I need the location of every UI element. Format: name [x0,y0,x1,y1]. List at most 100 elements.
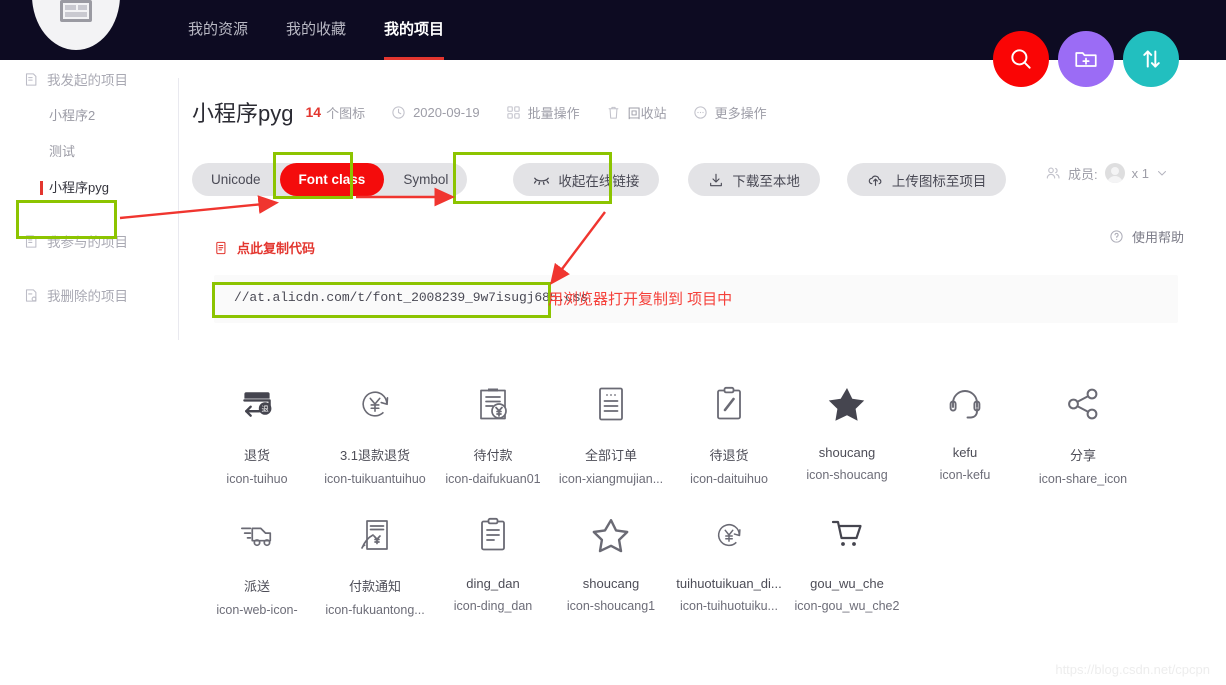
clipboard-pen-icon [708,383,750,425]
nav-tab-my-favorites[interactable]: 我的收藏 [286,0,346,60]
icon-cell[interactable]: 退 退货 icon-tuihuo [198,365,316,496]
project-joined-icon [25,234,37,248]
member-avatar[interactable] [1104,163,1125,183]
members-label: 成员: [1068,166,1098,182]
tab-symbol[interactable]: Symbol [384,163,467,196]
icon-class: icon-shoucang [806,468,888,482]
sidebar-item-xiaochengxu-pyg-label: 小程序pyg [49,180,109,195]
icon-cell[interactable]: ding_dan icon-ding_dan [434,496,552,627]
circle-action-buttons [993,31,1179,87]
icon-cell[interactable]: tuihuotuikuan_di... icon-tuihuotuiku... [670,496,788,627]
icon-class: icon-tuikuantuihuo [324,472,426,486]
refund-circle-small-icon [708,514,750,556]
collapse-online-link-button[interactable]: 收起在线链接 [513,163,660,196]
icon-cell[interactable]: 待付款 icon-daifukuan01 [434,365,552,496]
project-deleted-icon [25,288,37,302]
icon-cell[interactable]: shoucang icon-shoucang1 [552,496,670,627]
tab-font-class[interactable]: Font class [279,163,385,196]
copy-icon [216,241,226,254]
toolbar-row: Unicode Font class Symbol 收起在线链接 下载至本地 上… [192,163,1007,196]
icon-cell[interactable]: kefu icon-kefu [906,365,1024,496]
icon-name: 退货 [243,448,270,463]
share-nodes-icon [1062,383,1104,425]
batch-operation-button[interactable]: 批量操作 [506,103,580,122]
sidebar-item-xiaochengxu2-label: 小程序2 [49,108,96,123]
sidebar-item-ceshi[interactable]: 测试 [0,134,178,170]
selected-indicator-bar [40,181,43,195]
more-icon [693,105,707,119]
icon-name: 分享 [1069,448,1096,463]
icon-class: icon-xiangmujian... [558,472,664,486]
sidebar-item-xiaochengxu2[interactable]: 小程序2 [0,98,178,134]
document-lines-icon [590,383,632,425]
members-count: x 1 [1131,165,1149,181]
sort-arrows-icon [1143,50,1160,68]
eye-closed-icon [534,177,550,185]
sidebar-group-deleted[interactable]: 我删除的项目 [0,276,178,314]
icon-name: 全部订单 [584,448,637,463]
icon-count: 14 [305,104,322,120]
icon-name: 待付款 [473,448,513,463]
new-folder-button[interactable] [1058,31,1114,87]
project-date-label: 2020-09-19 [413,104,480,120]
project-header: 小程序pyg 14 个图标 2020-09-19 批量操作 回收站 更多操作 [192,96,793,128]
sidebar: 我发起的项目 小程序2 测试 小程序pyg 我参与的项目 我删除的项目 [0,60,178,685]
svg-text:退: 退 [261,405,268,414]
icon-name: tuihuotuikuan_di... [676,576,782,591]
help-link[interactable]: 使用帮助 [1109,227,1184,246]
recycle-bin-button[interactable]: 回收站 [606,103,667,122]
download-local-button[interactable]: 下载至本地 [688,163,820,196]
upload-cloud-icon [868,175,882,186]
recycle-bin-label: 回收站 [627,105,667,121]
icon-cell[interactable]: 派送 icon-web-icon- [198,496,316,627]
clipboard-list-icon [472,514,514,556]
clock-icon [392,105,405,119]
icon-cell[interactable]: 分享 icon-share_icon [1024,365,1142,496]
icon-class: icon-share_icon [1038,472,1128,486]
download-local-label: 下载至本地 [732,173,800,189]
icon-cell[interactable]: 付款通知 icon-fukuantong... [316,496,434,627]
nav-tab-my-resources[interactable]: 我的资源 [188,0,248,60]
sidebar-group-joined[interactable]: 我参与的项目 [0,222,178,260]
more-operations-button[interactable]: 更多操作 [693,103,767,122]
icon-cell[interactable]: shoucang icon-shoucang [788,365,906,496]
members-icon [1046,167,1060,179]
upload-icons-button[interactable]: 上传图标至项目 [846,163,1007,196]
sidebar-group-joined-label: 我参与的项目 [47,235,128,250]
sort-button[interactable] [1123,31,1179,87]
tab-unicode[interactable]: Unicode [192,163,280,196]
icon-cell[interactable]: gou_wu_che icon-gou_wu_che2 [788,496,906,627]
more-operations-label: 更多操作 [714,105,767,121]
icon-name: ding_dan [466,576,520,591]
batch-icon [506,105,520,119]
iconfont-logo[interactable] [28,0,124,54]
icon-name: 待退货 [709,448,749,463]
icon-cell[interactable]: 待退货 icon-daituihuo [670,365,788,496]
star-filled-icon [826,383,868,425]
sidebar-group-started-label: 我发起的项目 [47,73,128,88]
icon-cell[interactable]: 全部订单 icon-xiangmujian... [552,365,670,496]
new-folder-icon [1075,52,1097,67]
icon-count-unit: 个图标 [326,105,366,121]
copy-code-label: 点此复制代码 [237,241,316,256]
page-title: 小程序pyg [192,101,294,126]
sidebar-item-xiaochengxu-pyg[interactable]: 小程序pyg [0,170,178,206]
icon-grid: 退 退货 icon-tuihuo 3.1退款退货 icon-tuikuantui… [198,365,1208,627]
members-control[interactable]: 成员: x 1 [1045,163,1168,183]
chevron-down-icon[interactable] [1156,167,1168,179]
help-link-label: 使用帮助 [1131,230,1184,245]
search-button[interactable] [993,31,1049,87]
icon-cell[interactable]: 3.1退款退货 icon-tuikuantuihuo [316,365,434,496]
project-date: 2020-09-19 [391,105,480,120]
icon-name: gou_wu_che [810,576,884,591]
nav-tab-my-projects[interactable]: 我的项目 [384,0,445,60]
sidebar-item-ceshi-label: 测试 [49,144,76,159]
return-box-icon: 退 [236,383,278,425]
sidebar-group-started[interactable]: 我发起的项目 [0,60,178,98]
css-url-box[interactable]: //at.alicdn.com/t/font_2008239_9w7isugj6… [214,275,1178,323]
icon-class: icon-kefu [939,468,991,482]
icon-class: icon-gou_wu_che2 [794,599,900,613]
copy-code-button[interactable]: 点此复制代码 [214,238,315,257]
main-content: 小程序pyg 14 个图标 2020-09-19 批量操作 回收站 更多操作 成… [178,60,1226,685]
icon-name: 3.1退款退货 [339,448,411,463]
